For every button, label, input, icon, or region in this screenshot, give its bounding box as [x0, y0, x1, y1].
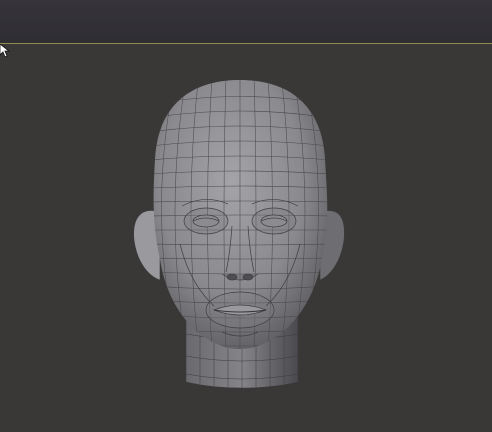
modeling-app-window [0, 0, 492, 432]
top-toolbar [0, 0, 492, 43]
3d-viewport[interactable] [0, 44, 492, 432]
head-model[interactable] [0, 44, 492, 432]
mouse-pointer-icon [0, 44, 10, 58]
